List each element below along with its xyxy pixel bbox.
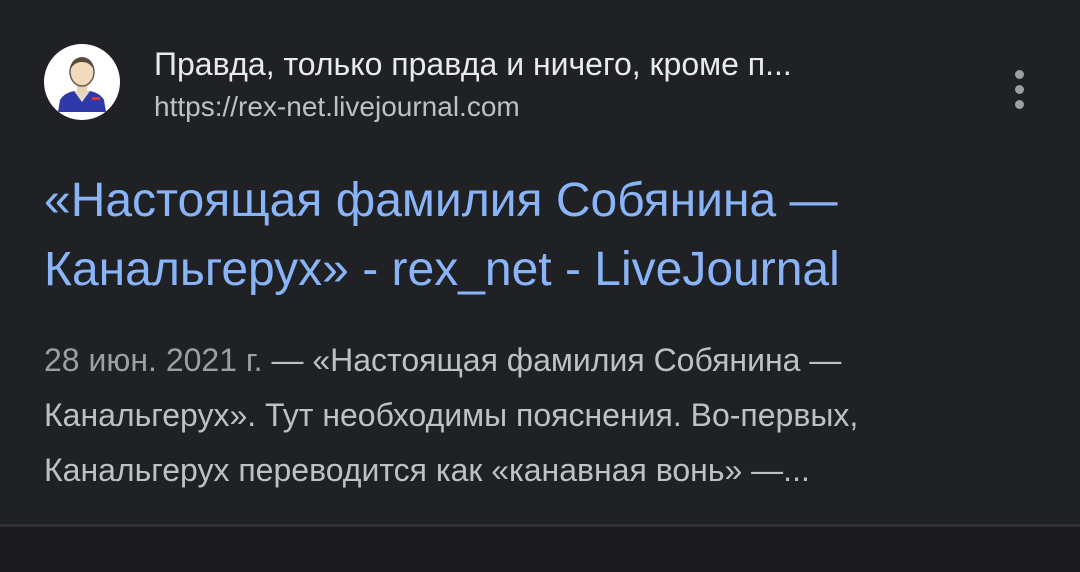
user-avatar-icon[interactable] bbox=[44, 44, 120, 120]
snippet-line-2: Канальгерух». Тут необходимы пояснения. … bbox=[44, 397, 859, 433]
more-vertical-icon[interactable] bbox=[1000, 64, 1040, 114]
result-title-link[interactable]: «Настоящая фамилия Собянина — Канальгеру… bbox=[44, 166, 1034, 304]
menu-dot bbox=[1015, 100, 1024, 109]
menu-dot bbox=[1015, 85, 1024, 94]
site-name[interactable]: Правда, только правда и ничего, кроме п.… bbox=[154, 44, 944, 84]
favicon-image bbox=[58, 57, 106, 112]
result-date: 28 июн. 2021 г. bbox=[44, 342, 263, 378]
title-line-2: Канальгерух» - rex_net - LiveJournal bbox=[44, 243, 840, 296]
snippet-line-1: «Настоящая фамилия Собянина — bbox=[312, 342, 842, 378]
date-separator: — bbox=[262, 342, 313, 378]
menu-dot bbox=[1015, 70, 1024, 79]
result-header[interactable]: Правда, только правда и ничего, кроме п.… bbox=[44, 44, 1044, 124]
search-result-card: Правда, только правда и ничего, кроме п.… bbox=[0, 0, 1080, 524]
snippet-line-3: Канальгерух переводится как «канавная во… bbox=[44, 452, 810, 488]
site-url[interactable]: https://rex-net.livejournal.com bbox=[154, 90, 944, 124]
result-snippet: 28 июн. 2021 г. — «Настоящая фамилия Соб… bbox=[44, 333, 1034, 498]
next-result-strip bbox=[0, 527, 1080, 572]
title-line-1: «Настоящая фамилия Собянина — bbox=[44, 174, 838, 227]
